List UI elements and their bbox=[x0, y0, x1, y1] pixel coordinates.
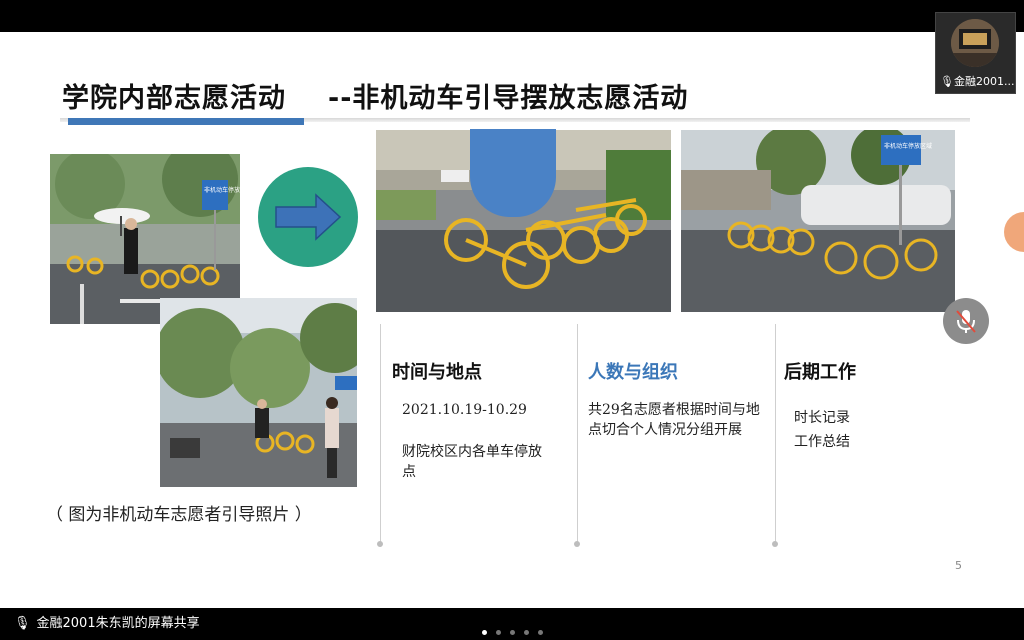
column-text-hours: 时长记录 bbox=[794, 410, 850, 426]
top-bar bbox=[0, 0, 1024, 32]
microphone-icon: 🎙 bbox=[940, 75, 954, 88]
page-dot[interactable] bbox=[510, 630, 515, 635]
column-heading-time-place: 时间与地点 bbox=[392, 362, 482, 383]
page-dot[interactable] bbox=[524, 630, 529, 635]
page-dot[interactable] bbox=[482, 630, 487, 635]
column-divider-dot bbox=[574, 541, 580, 547]
title-underline-accent bbox=[68, 118, 304, 125]
participant-name: 金融2001... bbox=[953, 75, 1015, 88]
column-divider bbox=[775, 324, 776, 544]
slide-title: 学院内部志愿活动 --非机动车引导摆放志愿活动 bbox=[62, 76, 688, 115]
microphone-muted-button[interactable] bbox=[943, 298, 989, 344]
avatar bbox=[951, 19, 999, 67]
page-dot[interactable] bbox=[496, 630, 501, 635]
page-dot[interactable] bbox=[538, 630, 543, 635]
photo-caption: （ 图为非机动车志愿者引导照片 ） bbox=[46, 505, 312, 525]
microphone-icon: 🎙 bbox=[14, 616, 31, 631]
photo-sign-text: 非机动车停放区域 bbox=[204, 186, 240, 194]
participant-label: 🎙金融2001... bbox=[940, 73, 1014, 89]
column-heading-follow-up: 后期工作 bbox=[784, 362, 856, 383]
participant-video-tile[interactable]: 🎙金融2001... bbox=[935, 12, 1016, 94]
slide-title-main: 学院内部志愿活动 bbox=[62, 83, 286, 114]
column-divider-dot bbox=[772, 541, 778, 547]
screen-share-label: 🎙 金融2001朱东凯的屏幕共享 bbox=[14, 612, 200, 631]
column-divider bbox=[577, 324, 578, 544]
presentation-slide: 学院内部志愿活动 --非机动车引导摆放志愿活动 非机动车停放区域 bbox=[0, 32, 1024, 608]
screen-share-text: 金融2001朱东凯的屏幕共享 bbox=[36, 616, 200, 631]
column-text-summary: 工作总结 bbox=[794, 434, 850, 450]
photo-sign-text: 非机动车停放区域 bbox=[884, 142, 932, 150]
photo-volunteers-arranging bbox=[160, 298, 357, 487]
column-divider bbox=[380, 324, 381, 544]
column-text-date: 2021.10.19-10.29 bbox=[402, 402, 527, 418]
page-indicator[interactable] bbox=[482, 620, 552, 639]
column-text-location: 财院校区内各单车停放点 bbox=[402, 444, 542, 480]
decorative-blue-shape bbox=[470, 129, 556, 217]
arrow-right-icon bbox=[258, 167, 358, 267]
slide-page-number: 5 bbox=[955, 559, 962, 572]
column-heading-people-org: 人数与组织 bbox=[588, 362, 678, 383]
column-divider-dot bbox=[377, 541, 383, 547]
column-text-organization: 共29名志愿者根据时间与地点切合个人情况分组开展 bbox=[588, 402, 760, 438]
slide-title-sub: --非机动车引导摆放志愿活动 bbox=[328, 83, 689, 114]
photo-parking-area: 非机动车停放区域 bbox=[681, 130, 955, 312]
